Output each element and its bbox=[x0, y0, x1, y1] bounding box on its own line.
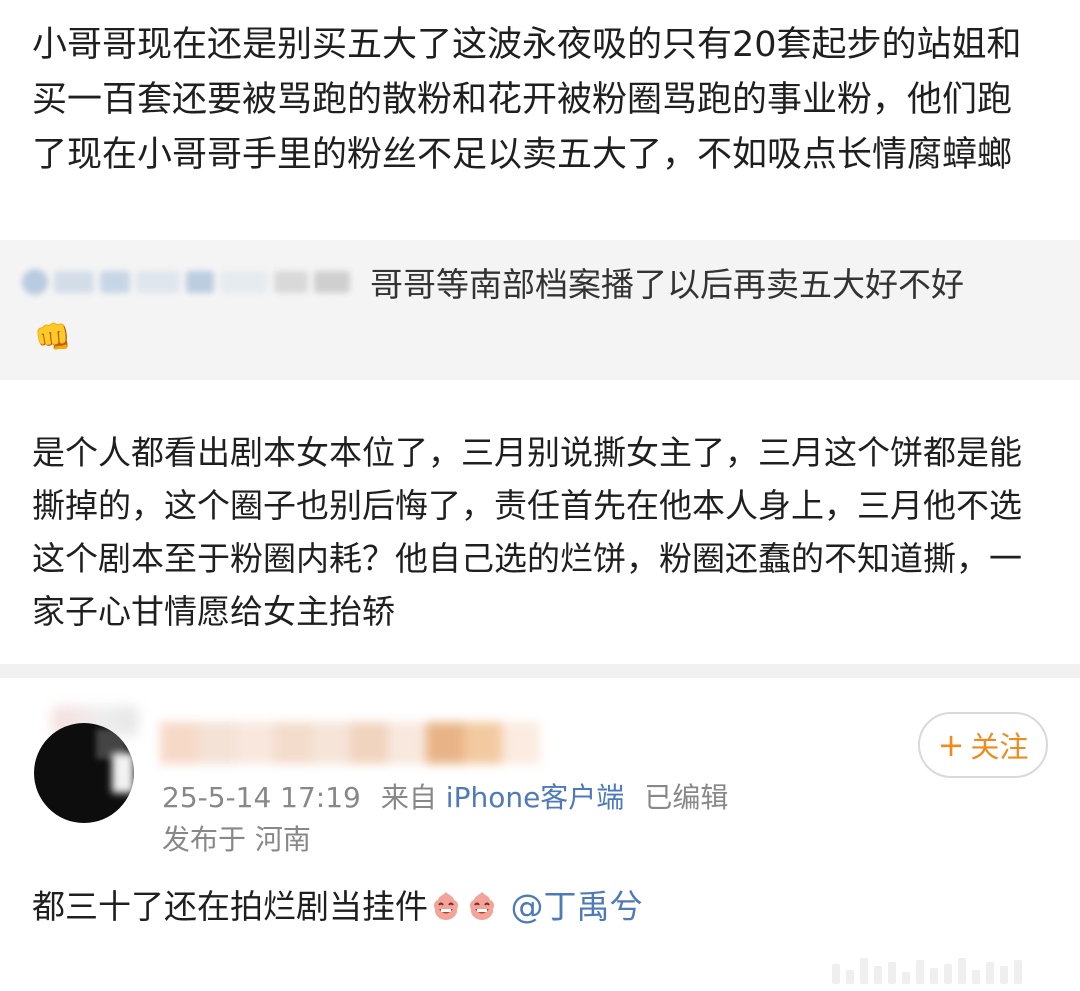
comment-body: 都三十了还在拍烂剧当挂件 @丁禹兮 bbox=[32, 882, 643, 932]
quoted-comment-text: 哥哥等南部档案播了以后再卖五大好不好 bbox=[370, 265, 964, 304]
comment-meta: 25-5-14 17:19 来自 iPhone客户端 已编辑 bbox=[162, 778, 728, 818]
avatar[interactable] bbox=[34, 723, 134, 823]
mention-link[interactable]: @丁禹兮 bbox=[511, 887, 643, 926]
laughing-face-emoji-icon bbox=[434, 892, 458, 920]
follow-button[interactable]: + 关注 bbox=[918, 712, 1048, 778]
source-prefix: 来自 bbox=[380, 781, 437, 814]
watermark-bars bbox=[832, 950, 1072, 984]
location-label: 发布于 河南 bbox=[162, 823, 311, 856]
reply-text: 是个人都看出剧本女本位了，三月别说撕女主了，三月这个饼都是能撕掉的，这个圈子也别… bbox=[32, 433, 1022, 631]
blurred-quote-username bbox=[22, 262, 367, 302]
source-link[interactable]: iPhone客户端 bbox=[446, 781, 625, 814]
timestamp: 25-5-14 17:19 bbox=[162, 781, 361, 814]
plus-icon: + bbox=[937, 726, 965, 764]
edited-label: 已编辑 bbox=[644, 781, 729, 814]
follow-label: 关注 bbox=[970, 730, 1029, 764]
section-divider bbox=[0, 664, 1080, 678]
laughing-face-emoji-icon bbox=[470, 892, 494, 920]
original-post-text: 小哥哥现在还是别买五大了这波永夜吸的只有20套起步的站姐和买一百套还要被骂跑的散… bbox=[32, 25, 1022, 175]
weibo-screenshot: 小哥哥现在还是别买五大了这波永夜吸的只有20套起步的站姐和买一百套还要被骂跑的散… bbox=[0, 0, 1080, 991]
fist-emoji: 👊 bbox=[34, 320, 72, 355]
blurred-username[interactable] bbox=[160, 722, 540, 764]
comment-text: 都三十了还在拍烂剧当挂件 bbox=[32, 887, 428, 926]
